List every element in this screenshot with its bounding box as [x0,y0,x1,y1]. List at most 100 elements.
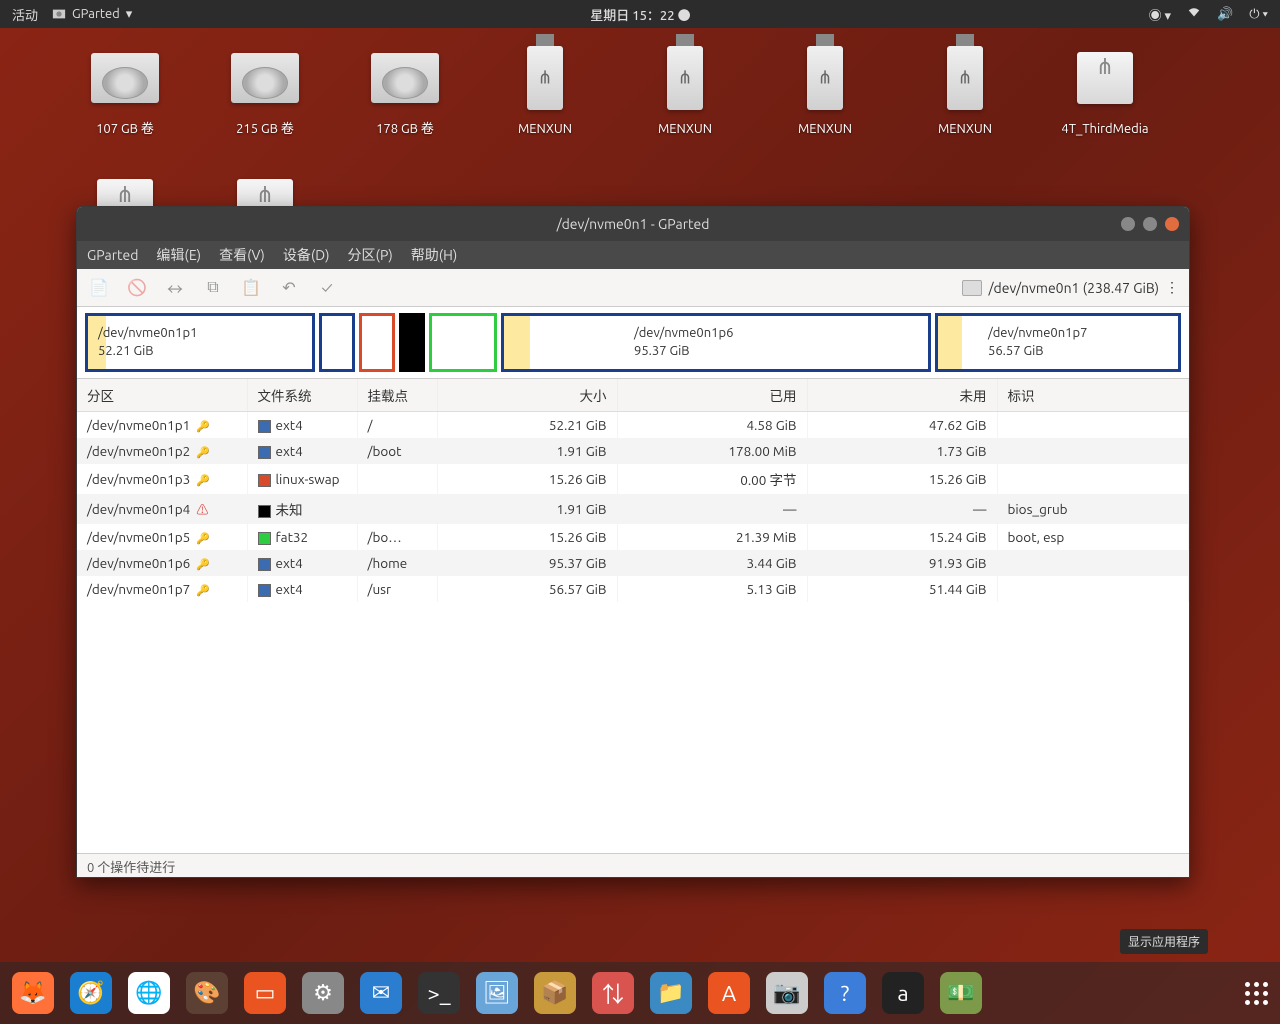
device-selector[interactable]: /dev/nvme0n1 (238.47 GiB) ⋮ [962,279,1179,296]
statusbar: 0 个操作待进行 [77,853,1189,877]
desktop-icon[interactable]: 215 GB 卷 [210,40,320,138]
minimize-button[interactable] [1121,217,1135,231]
cell-flags: boot, esp [997,524,1189,550]
cell-partition: /dev/nvme0n1p7 🔑 [77,576,247,602]
menu-item[interactable]: 帮助(H) [411,245,458,265]
cell-flags [997,576,1189,602]
col-fs[interactable]: 文件系统 [247,379,357,412]
copy-button[interactable]: ⧉ [201,276,225,300]
dock-amazon[interactable]: a [882,972,924,1014]
undo-button[interactable]: ↶ [277,276,301,300]
dock-cash[interactable]: 💵 [940,972,982,1014]
dock-workspace[interactable]: ▭ [244,972,286,1014]
key-icon: 🔑 [196,533,210,545]
dock-image-viewer[interactable]: 🖼 [476,972,518,1014]
key-icon: 🔑 [196,475,210,487]
icon-label: 178 GB 卷 [376,121,434,138]
partition-block-p6[interactable]: /dev/nvme0n1p695.37 GiB [501,313,931,372]
dock-gimp[interactable]: 🎨 [186,972,228,1014]
close-button[interactable] [1165,217,1179,231]
dock-camera[interactable]: 📷 [766,972,808,1014]
dock-firefox[interactable]: 🦊 [12,972,54,1014]
cell-mount [357,464,437,494]
icon-label: MENXUN [518,121,572,138]
desktop-icon[interactable]: 107 GB 卷 [70,40,180,138]
dock-help[interactable]: ? [824,972,866,1014]
app-menu[interactable]: GParted ▾ [52,7,132,22]
volume-icon[interactable]: 🔊 [1217,7,1233,22]
paste-button[interactable]: 📋 [239,276,263,300]
menu-item[interactable]: 设备(D) [283,245,330,265]
partition-block-p5[interactable] [429,313,497,372]
disk-icon [360,40,450,115]
menu-item[interactable]: 编辑(E) [156,245,201,265]
usb-icon [920,40,1010,115]
activities-button[interactable]: 活动 [12,5,38,24]
partition-block-p3[interactable] [359,313,395,372]
dock-chrome[interactable]: 🌐 [128,972,170,1014]
icon-label: MENXUN [658,121,712,138]
partition-block-p2[interactable] [319,313,355,372]
cell-flags [997,550,1189,576]
resize-button[interactable]: ↔ [163,276,187,300]
dock-transmission[interactable]: ⇅ [592,972,634,1014]
new-partition-button[interactable]: 📄 [87,276,111,300]
disk-icon [962,280,982,296]
desktop-icon[interactable]: MENXUN [770,40,880,138]
col-unused[interactable]: 未用 [807,379,997,412]
menubar: GParted 编辑(E) 查看(V) 设备(D) 分区(P) 帮助(H) [77,241,1189,269]
col-mount[interactable]: 挂载点 [357,379,437,412]
col-partition[interactable]: 分区 [77,379,247,412]
table-row[interactable]: /dev/nvme0n1p2 🔑 ext4 /boot 1.91 GiB 178… [77,438,1189,464]
menu-item[interactable]: 分区(P) [348,245,393,265]
col-size[interactable]: 大小 [437,379,617,412]
table-row[interactable]: /dev/nvme0n1p7 🔑 ext4 /usr 56.57 GiB 5.1… [77,576,1189,602]
dock: 🦊 🧭 🌐 🎨 ▭ ⚙ ✉ >_ 🖼 📦 ⇅ 📁 A 📷? a 💵 [0,962,1280,1024]
table-row[interactable]: /dev/nvme0n1p1 🔑 ext4 / 52.21 GiB 4.58 G… [77,412,1189,439]
cell-fs: 未知 [247,494,357,524]
col-used[interactable]: 已用 [617,379,807,412]
desktop-icon[interactable]: 178 GB 卷 [350,40,460,138]
dock-files[interactable]: 📁 [650,972,692,1014]
window-titlebar[interactable]: /dev/nvme0n1 - GParted [77,207,1189,241]
show-applications-button[interactable] [1245,982,1268,1005]
key-icon: 🔑 [196,421,210,433]
cell-unused: 15.24 GiB [807,524,997,550]
col-flags[interactable]: 标识 [997,379,1189,412]
dock-thunderbird[interactable]: ✉ [360,972,402,1014]
partition-block-p4[interactable] [399,313,425,372]
fs-swatch-icon [258,446,271,459]
desktop-icon[interactable]: 4T_ThirdMedia [1050,40,1160,138]
delete-button[interactable]: 🚫 [125,276,149,300]
desktop-icon[interactable]: MENXUN [910,40,1020,138]
table-row[interactable]: /dev/nvme0n1p6 🔑 ext4 /home 95.37 GiB 3.… [77,550,1189,576]
top-panel: 活动 GParted ▾ 星期日 15：22 ● ◉ ▾ 🔊 ⏻ ▾ [0,0,1280,28]
menu-item[interactable]: GParted [87,247,138,263]
dock-settings[interactable]: ⚙ [302,972,344,1014]
desktop-icon[interactable]: MENXUN [490,40,600,138]
cell-unused: 47.62 GiB [807,412,997,439]
table-row[interactable]: /dev/nvme0n1p5 🔑 fat32 /bo… 15.26 GiB 21… [77,524,1189,550]
dock-terminal[interactable]: >_ [418,972,460,1014]
cell-size: 56.57 GiB [437,576,617,602]
apply-button[interactable]: ✓ [315,276,339,300]
partition-block-p1[interactable]: /dev/nvme0n1p152.21 GiB [85,313,315,372]
clock[interactable]: 星期日 15：22 ● [132,5,1148,24]
fs-swatch-icon [258,558,271,571]
dock-archive[interactable]: 📦 [534,972,576,1014]
menu-item[interactable]: 查看(V) [219,245,265,265]
wifi-icon[interactable] [1187,6,1201,23]
disk-icon [220,40,310,115]
power-icon[interactable]: ⏻ ▾ [1249,7,1268,22]
accessibility-icon[interactable]: ◉ ▾ [1149,5,1172,24]
cell-mount [357,494,437,524]
dock-software[interactable]: A [708,972,750,1014]
desktop-icon[interactable]: MENXUN [630,40,740,138]
partition-block-p7[interactable]: /dev/nvme0n1p756.57 GiB [935,313,1181,372]
table-row[interactable]: /dev/nvme0n1p4 ⚠ 未知 1.91 GiB — — bios_gr… [77,494,1189,524]
cell-flags [997,412,1189,439]
cell-used: — [617,494,807,524]
table-row[interactable]: /dev/nvme0n1p3 🔑 linux-swap 15.26 GiB 0.… [77,464,1189,494]
dock-safari[interactable]: 🧭 [70,972,112,1014]
maximize-button[interactable] [1143,217,1157,231]
